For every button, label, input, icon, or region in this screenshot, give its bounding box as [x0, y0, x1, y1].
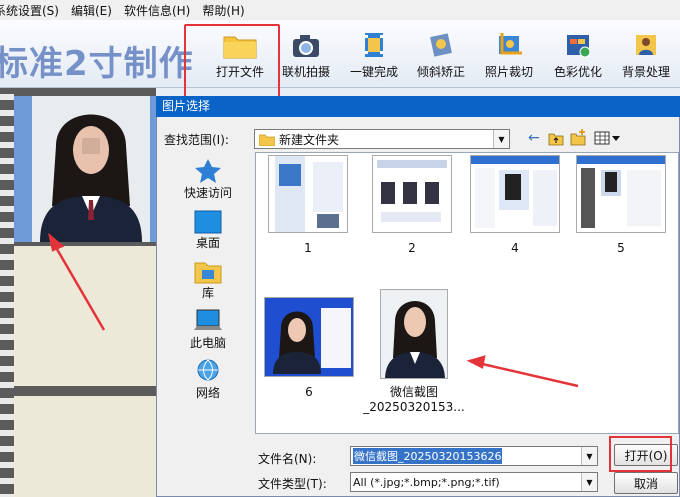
filmstrip-frame-empty-2[interactable]: [14, 396, 156, 497]
file-thumbnail: [576, 155, 666, 233]
network-icon: [197, 359, 219, 381]
folder-small-icon: [259, 134, 275, 146]
file-item[interactable]: 6: [264, 297, 354, 399]
photo-crop-button[interactable]: 照片裁切: [475, 24, 543, 86]
place-library[interactable]: 库: [166, 258, 250, 301]
folder-icon: [223, 36, 257, 59]
file-thumbnail: [380, 289, 448, 379]
open-button[interactable]: 打开(O): [614, 444, 678, 466]
file-item[interactable]: 微信截图 _20250320153...: [363, 289, 465, 414]
places-bar: 快速访问 桌面 库 此电脑 网络: [166, 152, 250, 434]
new-folder-icon[interactable]: [570, 128, 587, 146]
file-name: 微信截图: [389, 385, 438, 399]
filmstrip-frame-empty[interactable]: [14, 246, 156, 386]
photo-crop-label: 照片裁切: [484, 65, 533, 79]
menu-bar: 系统设置(S) 编辑(E) 软件信息(H) 帮助(H): [0, 0, 680, 20]
file-list: 1 2 4 5 6 微信截图 _20250320153...: [255, 152, 679, 434]
app-title: 标准2寸制作: [0, 44, 194, 84]
filename-value: 微信截图_20250320153626: [353, 448, 503, 464]
chevron-down-icon[interactable]: ▼: [581, 447, 597, 465]
back-arrow-icon[interactable]: ←: [528, 130, 540, 146]
place-desktop-label: 桌面: [195, 236, 220, 250]
camera-capture-button[interactable]: 联机拍摄: [272, 24, 340, 86]
tilt-correction-label: 倾斜矫正: [416, 65, 465, 79]
menu-software-info[interactable]: 软件信息(H): [124, 2, 190, 19]
file-thumbnail: [264, 297, 354, 377]
one-click-button[interactable]: 一键完成: [340, 24, 408, 86]
tilt-correction-button[interactable]: 倾斜矫正: [407, 24, 475, 86]
file-item[interactable]: 1: [268, 155, 348, 255]
menu-system-settings[interactable]: 系统设置(S): [0, 2, 59, 19]
camera-icon: [293, 35, 319, 57]
menu-help[interactable]: 帮助(H): [202, 2, 244, 19]
palette-icon: [567, 35, 591, 58]
crop-icon: [499, 33, 522, 55]
star-icon: [195, 159, 221, 183]
filename-label: 文件名(N):: [258, 452, 317, 466]
filetype-label: 文件类型(T):: [258, 477, 327, 491]
file-name: 6: [305, 385, 313, 399]
file-thumbnail: [470, 155, 560, 233]
chevron-down-icon[interactable]: ▼: [493, 130, 509, 148]
background-process-button[interactable]: 背景处理: [612, 24, 680, 86]
place-quick-access[interactable]: 快速访问: [166, 158, 250, 201]
background-icon: [636, 35, 656, 55]
file-name: 4: [511, 241, 519, 255]
dialog-title: 图片选择: [156, 96, 680, 117]
place-this-pc-label: 此电脑: [189, 336, 226, 350]
color-optimize-button[interactable]: 色彩优化: [544, 24, 612, 86]
file-item[interactable]: 4: [470, 155, 560, 255]
camera-capture-label: 联机拍摄: [281, 65, 330, 79]
file-thumbnail: [372, 155, 452, 233]
filmstrip-frame-photo[interactable]: [14, 96, 156, 242]
place-quick-access-label: 快速访问: [183, 186, 232, 200]
film-icon: [365, 33, 383, 57]
portrait-photo: [32, 96, 150, 242]
filmstrip-holes: [0, 88, 14, 497]
place-library-label: 库: [201, 286, 214, 300]
file-item[interactable]: 2: [372, 155, 452, 255]
background-process-label: 背景处理: [621, 65, 670, 79]
look-in-select[interactable]: 新建文件夹 ▼: [254, 129, 510, 149]
file-name: 5: [617, 241, 625, 255]
place-network-label: 网络: [195, 386, 220, 400]
view-menu-icon[interactable]: [594, 131, 622, 145]
look-in-value: 新建文件夹: [279, 132, 340, 147]
tilt-icon: [430, 33, 452, 57]
file-name: 1: [304, 241, 312, 255]
file-item[interactable]: 5: [576, 155, 666, 255]
computer-icon: [194, 309, 222, 330]
look-in-label: 查找范围(I):: [164, 133, 229, 147]
place-network[interactable]: 网络: [166, 358, 250, 401]
filetype-select[interactable]: All (*.jpg;*.bmp;*.png;*.tif) ▼: [350, 472, 598, 492]
filetype-value: All (*.jpg;*.bmp;*.png;*.tif): [353, 475, 500, 489]
filename-input[interactable]: 微信截图_20250320153626 ▼: [350, 446, 598, 466]
place-this-pc[interactable]: 此电脑: [166, 308, 250, 351]
file-thumbnail: [268, 155, 348, 233]
desktop-icon: [194, 210, 222, 234]
color-optimize-label: 色彩优化: [553, 65, 602, 79]
menu-edit[interactable]: 编辑(E): [71, 2, 112, 19]
open-file-label: 打开文件: [215, 65, 264, 79]
chevron-down-icon[interactable]: ▼: [581, 473, 597, 491]
place-desktop[interactable]: 桌面: [166, 210, 250, 251]
open-file-button[interactable]: 打开文件: [206, 24, 274, 86]
library-icon: [194, 262, 222, 284]
file-name-continued: _20250320153...: [363, 400, 465, 414]
file-name: 2: [408, 241, 416, 255]
cancel-button[interactable]: 取消: [614, 472, 678, 494]
up-folder-icon[interactable]: [548, 130, 564, 146]
one-click-label: 一键完成: [349, 65, 398, 79]
